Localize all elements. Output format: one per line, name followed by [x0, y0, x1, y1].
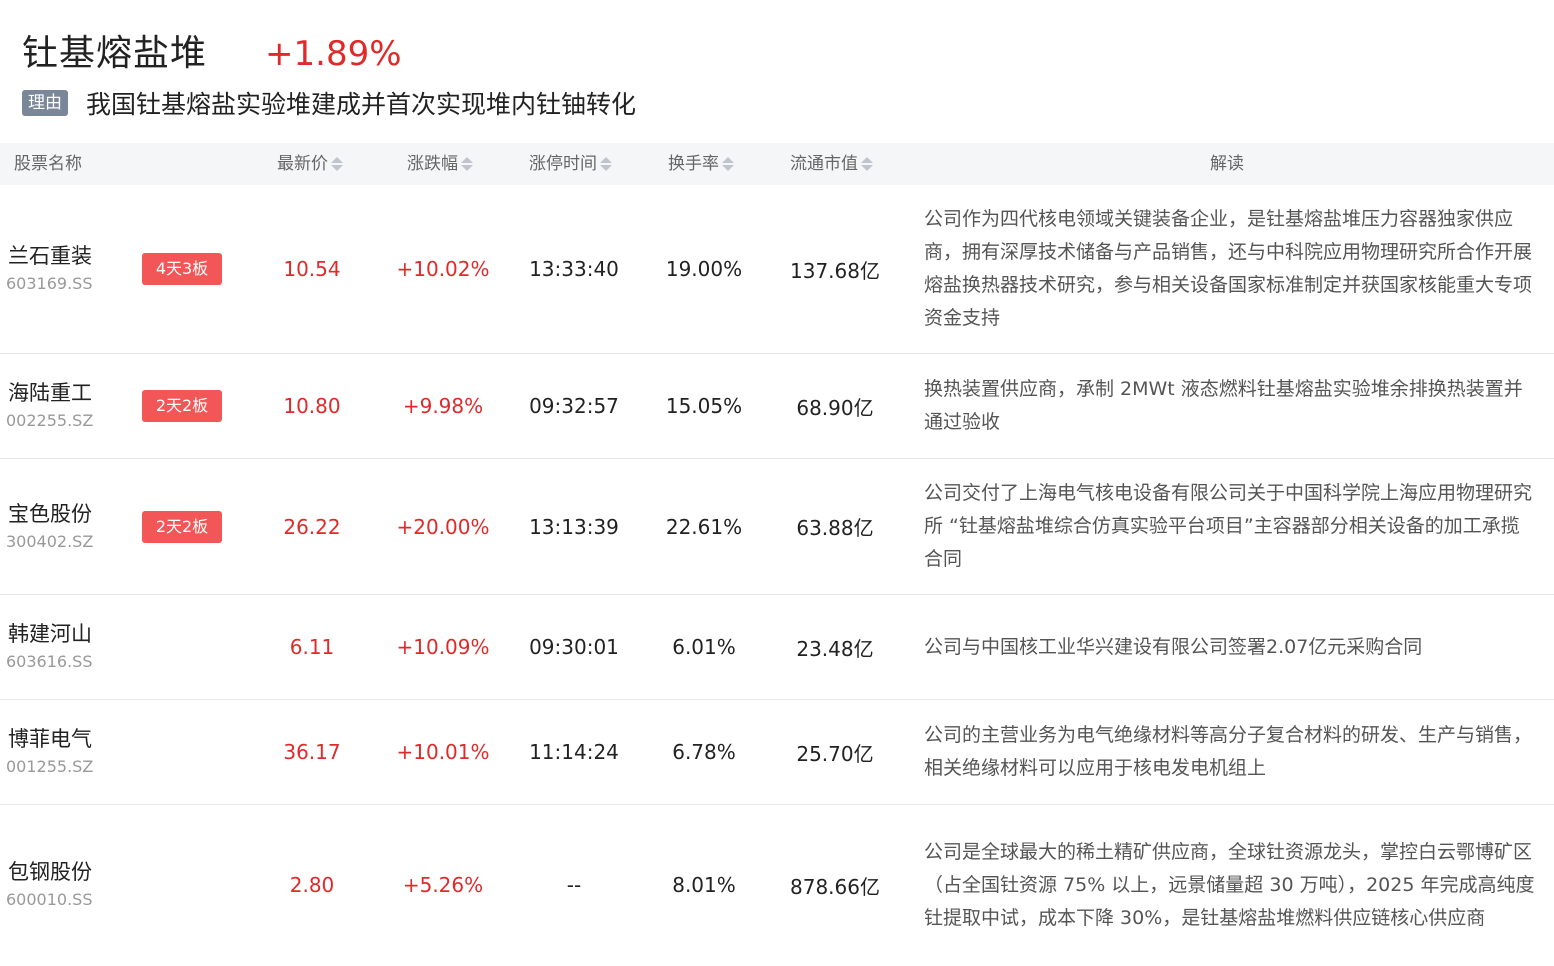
market-cap-cell: 68.90亿: [796, 395, 874, 420]
price-cell: 26.22: [283, 514, 341, 539]
sort-icon[interactable]: [331, 157, 343, 171]
streak-badge: 2天2板: [142, 390, 222, 422]
turnover-cell: 22.61%: [665, 514, 743, 539]
price-cell: 6.11: [289, 635, 335, 659]
analysis-cell: 公司的主营业务为电气绝缘材料等高分子复合材料的研发、生产与销售，相关绝缘材料可以…: [924, 724, 1533, 779]
stock-code: 600010.SS: [6, 890, 93, 909]
stock-name[interactable]: 包钢股份: [8, 857, 92, 887]
header-stock-name: 股票名称: [14, 154, 82, 174]
market-cap-cell: 63.88亿: [796, 516, 874, 540]
market-cap-cell: 137.68亿: [790, 258, 880, 283]
change-cell: +10.09%: [396, 635, 490, 659]
stock-name-block[interactable]: 宝色股份 300402.SZ: [6, 459, 94, 594]
header-change[interactable]: 涨跌幅: [407, 143, 473, 185]
change-cell: +20.00%: [396, 514, 490, 539]
price-cell: 10.80: [283, 394, 341, 418]
sort-icon[interactable]: [461, 157, 473, 171]
header-limit-time[interactable]: 涨停时间: [529, 143, 612, 185]
analysis-cell: 公司是全球最大的稀土精矿供应商，全球钍资源龙头，掌控白云鄂博矿区（占全国钍资源 …: [924, 840, 1535, 929]
price-cell: 10.54: [283, 257, 341, 281]
stock-code: 300402.SZ: [6, 531, 94, 551]
table-row[interactable]: 宝色股份 300402.SZ 2天2板 26.22 +20.00% 13:13:…: [0, 459, 1554, 595]
turnover-cell: 19.00%: [665, 257, 743, 281]
streak-badge: 4天3板: [142, 253, 222, 285]
market-cap-cell: 23.48亿: [796, 636, 874, 661]
stock-name[interactable]: 博菲电气: [8, 724, 93, 754]
limit-time-cell: 13:13:39: [529, 514, 619, 539]
sort-icon[interactable]: [600, 157, 612, 171]
limit-time-cell: 11:14:24: [529, 740, 619, 764]
theme-title: 钍基熔盐堆: [22, 33, 208, 74]
table-row[interactable]: 兰石重装 603169.SS 4天3板 10.54 +10.02% 13:33:…: [0, 185, 1554, 354]
stock-name-block[interactable]: 兰石重装 603169.SS: [6, 185, 93, 353]
reason-text: 我国钍基熔盐实验堆建成并首次实现堆内钍铀转化: [86, 90, 637, 119]
sort-icon[interactable]: [722, 157, 734, 171]
header-market-cap[interactable]: 流通市值: [790, 143, 873, 185]
sort-icon[interactable]: [861, 157, 873, 171]
limit-time-cell: 09:32:57: [529, 394, 619, 418]
change-cell: +10.02%: [396, 257, 490, 281]
analysis-cell: 公司交付了上海电气核电设备有限公司关于中国科学院上海应用物理研究所 “钍基熔盐堆…: [924, 482, 1533, 570]
stock-code: 001255.SZ: [6, 757, 94, 776]
table-row[interactable]: 韩建河山 603616.SS 6.11 +10.09% 09:30:01 6.0…: [0, 595, 1554, 700]
stock-code: 603169.SS: [6, 274, 93, 293]
stock-name[interactable]: 兰石重装: [8, 241, 92, 271]
stock-code: 603616.SS: [6, 652, 93, 671]
stock-name-block[interactable]: 海陆重工 002255.SZ: [6, 354, 94, 458]
stock-name-block[interactable]: 韩建河山 603616.SS: [6, 595, 93, 699]
streak-badge: 2天2板: [142, 510, 222, 543]
table-row[interactable]: 海陆重工 002255.SZ 2天2板 10.80 +9.98% 09:32:5…: [0, 354, 1554, 459]
price-cell: 36.17: [283, 740, 341, 764]
price-cell: 2.80: [289, 873, 335, 897]
reason-tag: 理由: [22, 90, 68, 116]
header-price[interactable]: 最新价: [277, 143, 343, 185]
change-cell: +10.01%: [396, 740, 490, 764]
header-turnover[interactable]: 换手率: [668, 143, 734, 185]
stock-name-block[interactable]: 博菲电气 001255.SZ: [6, 700, 94, 804]
change-cell: +5.26%: [402, 873, 484, 897]
theme-change-percent: +1.89%: [265, 34, 402, 74]
stock-name-block[interactable]: 包钢股份 600010.SS: [6, 805, 93, 965]
turnover-cell: 6.01%: [672, 635, 736, 659]
analysis-cell: 公司与中国核工业华兴建设有限公司签署2.07亿元采购合同: [924, 635, 1423, 658]
limit-time-cell: 09:30:01: [529, 635, 619, 659]
header-analysis: 解读: [1210, 154, 1244, 174]
reason-block: 理由 我国钍基熔盐实验堆建成并首次实现堆内钍铀转化: [22, 86, 636, 120]
table-row[interactable]: 博菲电气 001255.SZ 36.17 +10.01% 11:14:24 6.…: [0, 700, 1554, 805]
stock-name[interactable]: 宝色股份: [8, 499, 93, 529]
stock-name[interactable]: 海陆重工: [8, 378, 93, 408]
analysis-cell: 换热装置供应商，承制 2MWt 液态燃料钍基熔盐实验堆余排换热装置并通过验收: [924, 378, 1523, 433]
change-cell: +9.98%: [402, 394, 484, 418]
stock-code: 002255.SZ: [6, 411, 94, 430]
market-cap-cell: 878.66亿: [790, 874, 880, 899]
market-cap-cell: 25.70亿: [796, 741, 874, 766]
turnover-cell: 15.05%: [665, 394, 743, 418]
table-row[interactable]: 包钢股份 600010.SS 2.80 +5.26% -- 8.01% 878.…: [0, 805, 1554, 965]
stock-name[interactable]: 韩建河山: [8, 619, 92, 649]
turnover-cell: 6.78%: [672, 740, 736, 764]
table-header: 股票名称 最新价 涨跌幅 涨停时间 换手率 流通市值 解读: [0, 143, 1554, 185]
stock-table: 股票名称 最新价 涨跌幅 涨停时间 换手率 流通市值 解读 兰石重装 60316…: [0, 143, 1554, 965]
limit-time-cell: 13:33:40: [529, 257, 619, 281]
turnover-cell: 8.01%: [672, 873, 736, 897]
analysis-cell: 公司作为四代核电领域关键装备企业，是钍基熔盐堆压力容器独家供应商，拥有深厚技术储…: [924, 208, 1533, 329]
theme-header: 钍基熔盐堆 +1.89%: [22, 24, 402, 74]
limit-time-cell: --: [566, 873, 582, 897]
